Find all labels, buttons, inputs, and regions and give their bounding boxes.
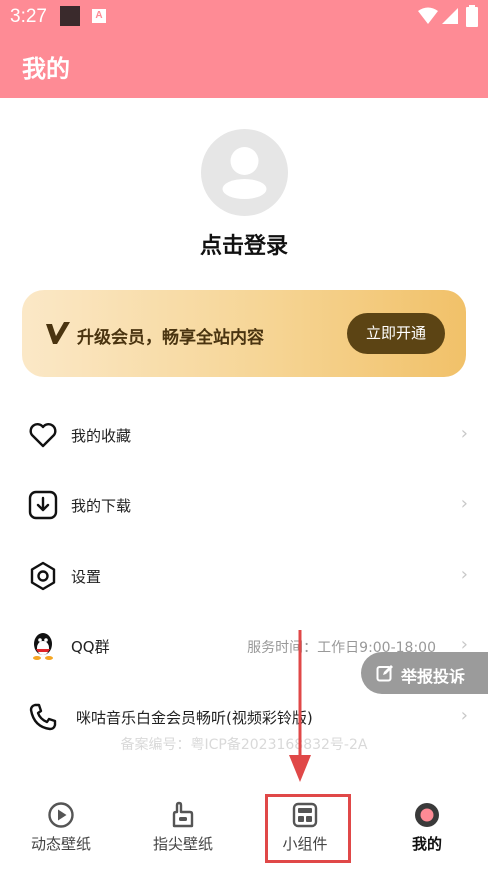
login-link[interactable]: 点击登录 — [0, 228, 488, 260]
tab-fingertip-wallpaper[interactable]: 指尖壁纸 — [133, 789, 233, 869]
signal-icon — [442, 8, 458, 24]
menu-label-downloads: 我的下载 — [71, 497, 132, 515]
tab-label-mine: 我的 — [411, 835, 442, 853]
wifi-icon — [418, 7, 438, 24]
vip-promo-card[interactable]: 升级会员，畅享全站内容 立即开通 — [22, 290, 466, 377]
page-title: 我的 — [22, 55, 70, 83]
menu-label-ringtone: 咪咕音乐白金会员畅听(视频彩铃版) — [76, 709, 313, 727]
pointer-hand-icon — [172, 801, 194, 828]
settings-hexagon-icon — [30, 561, 56, 591]
edit-icon — [376, 665, 393, 682]
chevron-right-icon: › — [460, 564, 468, 585]
menu-item-downloads[interactable]: 我的下载 › — [0, 475, 488, 535]
user-icon — [222, 147, 267, 199]
menu-item-settings[interactable]: 设置 › — [0, 546, 488, 606]
tab-mine[interactable]: 我的 — [377, 789, 477, 869]
play-circle-icon — [48, 802, 74, 828]
chevron-right-icon: › — [460, 705, 468, 726]
menu-item-favorites[interactable]: 我的收藏 › — [0, 405, 488, 465]
app-header: 3:27 A 我的 — [0, 0, 488, 98]
menu-label-qq-group: QQ群 — [71, 638, 110, 656]
avatar[interactable] — [201, 129, 288, 216]
status-bar: 3:27 A — [0, 0, 488, 34]
profile-active-icon — [415, 803, 439, 827]
report-label: 举报投诉 — [401, 667, 466, 686]
tab-label-fingertip-wallpaper: 指尖壁纸 — [152, 835, 213, 853]
vip-promo-text: 升级会员，畅享全站内容 — [77, 328, 264, 348]
status-time: 3:27 — [10, 6, 47, 27]
bottom-tab-bar: 动态壁纸 指尖壁纸 小组件 我的 — [0, 789, 488, 869]
tab-live-wallpaper[interactable]: 动态壁纸 — [11, 789, 111, 869]
download-icon — [28, 490, 58, 520]
qq-penguin-icon — [33, 633, 53, 660]
vip-logo-icon — [46, 322, 70, 344]
phone-icon — [29, 703, 57, 731]
notification-letter-icon: A — [92, 9, 106, 23]
vip-activate-button[interactable]: 立即开通 — [347, 313, 445, 354]
chevron-right-icon: › — [460, 423, 468, 444]
tab-label-live-wallpaper: 动态壁纸 — [30, 835, 91, 853]
battery-icon — [466, 5, 478, 27]
menu-label-settings: 设置 — [71, 568, 102, 586]
report-complaint-button[interactable]: 举报投诉 — [361, 652, 488, 694]
chevron-right-icon: › — [460, 493, 468, 514]
annotation-highlight-box — [265, 794, 351, 863]
annotation-arrow — [289, 630, 311, 782]
notification-icon — [60, 6, 80, 26]
menu-label-favorites: 我的收藏 — [71, 427, 132, 445]
icp-record-text[interactable]: 备案编号：粤ICP备2023168832号-2A — [0, 734, 488, 754]
heart-icon — [29, 423, 57, 448]
